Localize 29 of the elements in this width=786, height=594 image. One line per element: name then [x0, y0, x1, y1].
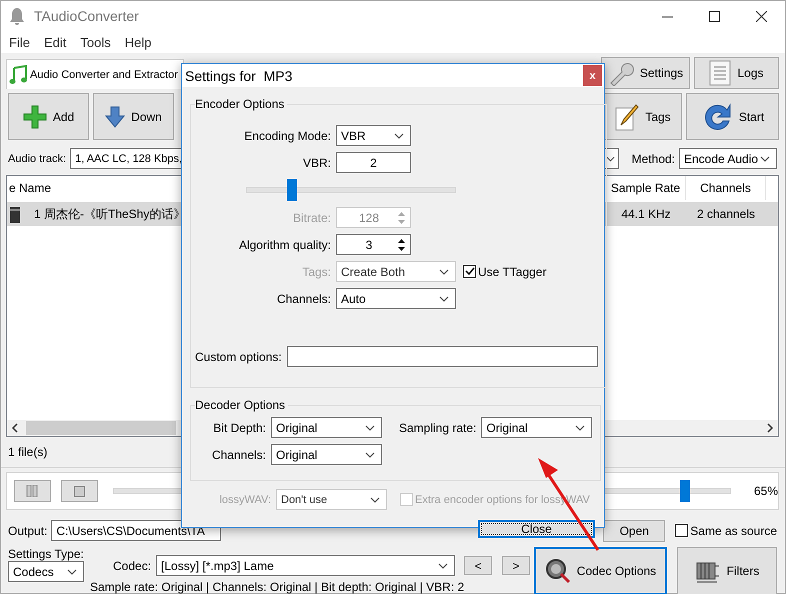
status-text: Sample rate: Original | Channels: Original | Bit depth: Original | VBR: 2 [90, 580, 466, 594]
tab-label: Audio Converter and Extractor [30, 68, 178, 80]
table-cell: 1 周杰伦-《听TheShy的话》 [34, 206, 186, 222]
field-label: Algorithm quality: [238, 238, 331, 252]
window-title: TAudioConverter [34, 8, 140, 24]
checkbox-label: Same as source [690, 524, 777, 538]
field-label: Bit Depth: [212, 420, 266, 434]
field-label: Encoding Mode: [243, 128, 331, 142]
field-label: Sampling rate: [399, 420, 476, 434]
field-label: lossyWAV: [218, 494, 271, 506]
file-count: 1 file(s) [8, 445, 48, 459]
group-title: Encoder Options [195, 97, 286, 111]
output-label: Output: [8, 524, 48, 538]
volume-reading: 65% [754, 484, 778, 498]
checkbox-label: Use TTagger [478, 264, 546, 278]
settings-type-label: Settings Type: [8, 547, 85, 561]
dialog-title: Settings for MP3 [185, 68, 292, 84]
audio-track-label: Audio track: [8, 152, 66, 164]
codec-label: Codec: [113, 558, 152, 572]
field-label: VBR: [302, 156, 331, 170]
field-label: Tags: [301, 264, 331, 278]
table-cell-text: 44.1 KHz [620, 207, 672, 221]
field-label: Custom options: [195, 350, 282, 364]
table-cell-text: 2 channels [696, 207, 756, 221]
method-label: Method: [632, 152, 675, 166]
field-label: Channels: [210, 448, 266, 462]
group-title: Decoder Options [195, 398, 286, 412]
field-label: Channels: [276, 292, 331, 306]
field-label: Bitrate: [292, 210, 331, 224]
